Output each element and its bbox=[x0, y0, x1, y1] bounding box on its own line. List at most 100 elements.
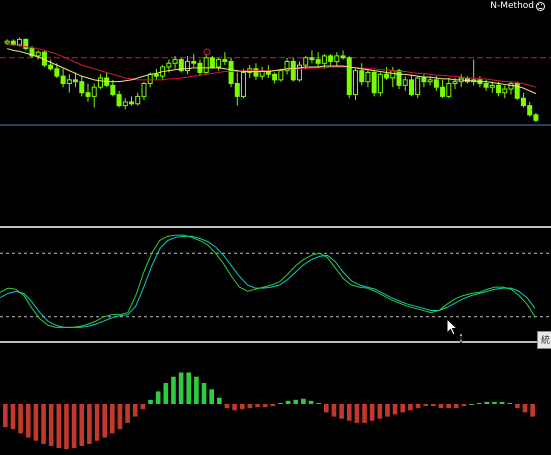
histogram-bar bbox=[71, 404, 77, 449]
candle-body bbox=[203, 57, 209, 73]
candle-body bbox=[533, 114, 539, 121]
candle-body bbox=[496, 84, 502, 94]
trading-chart[interactable] bbox=[0, 0, 551, 455]
histogram-bar bbox=[140, 404, 146, 410]
candle-body bbox=[147, 73, 153, 85]
candle-body bbox=[433, 79, 439, 88]
expert-advisor-label[interactable]: N-Method bbox=[490, 1, 545, 11]
histogram-bar bbox=[87, 404, 92, 444]
candle-body bbox=[489, 84, 495, 88]
histogram-bar bbox=[56, 404, 62, 449]
candle-body bbox=[54, 68, 60, 77]
candle-body bbox=[17, 38, 23, 46]
candle-body bbox=[377, 73, 383, 94]
histogram-bar bbox=[507, 402, 513, 404]
histogram-bar bbox=[415, 404, 421, 409]
histogram-bar bbox=[117, 404, 123, 430]
candle-body bbox=[216, 59, 222, 68]
histogram-bar bbox=[392, 404, 398, 415]
smiley-icon bbox=[536, 1, 545, 11]
candle-body bbox=[408, 79, 414, 96]
histogram-bar bbox=[278, 402, 283, 404]
candle-body bbox=[66, 79, 72, 85]
histogram-bar bbox=[499, 401, 505, 404]
candle-body bbox=[365, 71, 371, 83]
histogram-bar bbox=[339, 404, 344, 419]
histogram-bar bbox=[10, 404, 16, 430]
histogram-bar bbox=[262, 404, 268, 408]
candle-body bbox=[35, 51, 41, 57]
candle-body bbox=[359, 70, 365, 83]
candle-body bbox=[129, 101, 135, 105]
candle-body bbox=[446, 83, 452, 97]
candle-body bbox=[97, 77, 103, 88]
histogram-bar bbox=[270, 404, 276, 407]
histogram-bar bbox=[155, 391, 161, 404]
candle-body bbox=[166, 62, 172, 68]
candle-body bbox=[352, 70, 358, 96]
candle-body bbox=[110, 84, 116, 96]
candle-body bbox=[135, 95, 141, 105]
histogram-bar bbox=[194, 376, 199, 404]
histogram-bar bbox=[255, 404, 260, 408]
histogram-bar bbox=[41, 404, 46, 444]
histogram-bar bbox=[515, 404, 520, 409]
candle-body bbox=[415, 77, 421, 96]
candle-body bbox=[328, 55, 334, 62]
histogram-bar bbox=[400, 404, 406, 413]
histogram-bar bbox=[201, 383, 207, 404]
candle-body bbox=[278, 70, 284, 81]
candle-body bbox=[73, 79, 79, 83]
candle-body bbox=[303, 57, 309, 66]
candle-body bbox=[228, 60, 234, 85]
histogram-bar bbox=[431, 404, 436, 407]
histogram-bar bbox=[423, 404, 428, 407]
histogram-bar bbox=[438, 404, 444, 409]
histogram-bar bbox=[18, 404, 23, 434]
candle-body bbox=[222, 59, 228, 62]
move-cursor-icon bbox=[446, 318, 464, 344]
histogram-bar bbox=[33, 404, 39, 441]
histogram-bar bbox=[217, 397, 222, 404]
candle-body bbox=[48, 64, 54, 70]
histogram-bar bbox=[530, 404, 535, 417]
histogram-bar bbox=[461, 404, 467, 407]
histogram-bar bbox=[492, 401, 497, 404]
histogram-bar bbox=[369, 404, 375, 421]
histogram-bar bbox=[385, 404, 390, 417]
histogram-bar bbox=[102, 404, 107, 438]
histogram-bar bbox=[331, 404, 337, 417]
histogram-bar bbox=[186, 372, 192, 404]
candle-body bbox=[209, 57, 215, 68]
candle-body bbox=[321, 55, 327, 64]
candle-body bbox=[340, 55, 346, 59]
histogram-bar bbox=[446, 404, 451, 409]
candle-body bbox=[508, 83, 514, 90]
histogram-bar bbox=[125, 404, 130, 423]
candle-body bbox=[390, 70, 396, 79]
candle-body bbox=[309, 57, 315, 61]
histogram-bar bbox=[232, 404, 237, 411]
candle-body bbox=[191, 60, 197, 64]
histogram-bar bbox=[377, 404, 383, 419]
histogram-bar bbox=[148, 399, 153, 404]
histogram-bar bbox=[64, 404, 69, 450]
candle-body bbox=[116, 94, 122, 107]
histogram-bar bbox=[308, 400, 314, 404]
candle-body bbox=[4, 40, 10, 44]
histogram-bar bbox=[293, 399, 299, 404]
histogram-bar bbox=[484, 401, 490, 404]
histogram-bar bbox=[285, 400, 291, 404]
histogram-bar bbox=[522, 404, 528, 413]
histogram-bar bbox=[224, 404, 230, 409]
candle-body bbox=[234, 83, 240, 97]
candle-body bbox=[85, 92, 91, 97]
candle-body bbox=[122, 101, 128, 107]
candle-body bbox=[527, 105, 533, 116]
candle-body bbox=[346, 57, 352, 96]
candle-body bbox=[272, 73, 278, 81]
histogram-bar bbox=[346, 404, 352, 421]
candle-body bbox=[172, 59, 178, 64]
tooltip: 統 bbox=[537, 331, 551, 349]
candle-body bbox=[396, 70, 402, 86]
